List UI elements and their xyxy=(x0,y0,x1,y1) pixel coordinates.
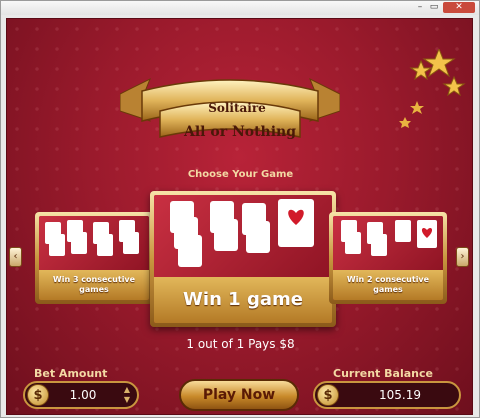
cards-preview-image xyxy=(154,195,332,277)
app-window: – ▭ ✕ Solitaire All or Nothing Choose Yo… xyxy=(0,0,480,418)
close-button[interactable]: ✕ xyxy=(443,2,475,13)
bet-increase-icon[interactable]: ▲ xyxy=(119,385,135,395)
bet-stepper[interactable]: ▲ ▼ xyxy=(119,385,135,405)
game-option-win-3[interactable]: Win 3 consecutive games xyxy=(35,212,153,304)
cards-preview-image xyxy=(39,216,149,270)
game-option-label: Win 1 game xyxy=(154,276,332,323)
dollar-coin-icon: $ xyxy=(317,384,339,406)
bet-amount-field[interactable]: $ 1.00 ▲ ▼ xyxy=(23,381,139,409)
prev-game-arrow[interactable]: ‹ xyxy=(9,247,22,267)
game-logo: Solitaire All or Nothing xyxy=(119,49,341,149)
game-option-win-2[interactable]: Win 2 consecutive games xyxy=(329,212,447,304)
title-bar: – ▭ ✕ xyxy=(1,1,479,15)
current-balance-label: Current Balance xyxy=(333,367,433,380)
game-option-win-1[interactable]: Win 1 game xyxy=(150,191,336,327)
choose-game-heading: Choose Your Game xyxy=(187,169,294,180)
payout-info: 1 out of 1 Pays $8 xyxy=(186,337,295,351)
game-area: Solitaire All or Nothing Choose Your Gam… xyxy=(6,18,473,415)
stars-icon xyxy=(399,49,466,128)
next-game-arrow[interactable]: › xyxy=(456,247,469,267)
dollar-coin-icon: $ xyxy=(27,384,49,406)
minimize-button[interactable]: – xyxy=(414,2,426,13)
bet-amount-label: Bet Amount xyxy=(34,367,108,380)
play-now-button[interactable]: Play Now xyxy=(179,379,299,411)
maximize-button[interactable]: ▭ xyxy=(428,2,440,13)
current-balance-value: 105.19 xyxy=(379,388,421,402)
bet-amount-value: 1.00 xyxy=(69,388,97,402)
current-balance-display: $ 105.19 xyxy=(313,381,461,409)
logo-title-top: Solitaire xyxy=(208,101,266,115)
game-option-label: Win 3 consecutive games xyxy=(39,269,149,300)
logo-title-main: All or Nothing xyxy=(183,124,297,140)
bet-decrease-icon[interactable]: ▼ xyxy=(119,395,135,405)
game-option-label: Win 2 consecutive games xyxy=(333,269,443,300)
cards-preview-image xyxy=(333,216,443,270)
